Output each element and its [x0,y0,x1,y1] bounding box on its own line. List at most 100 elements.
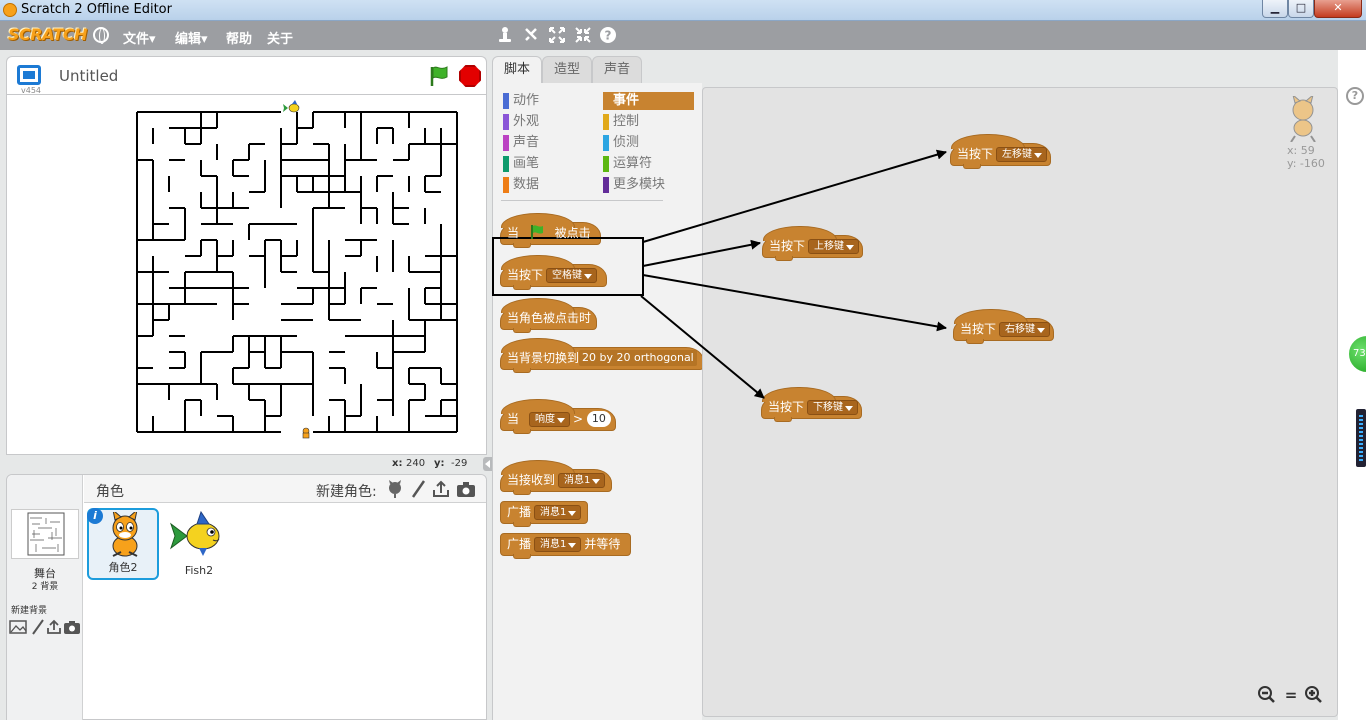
block-when-flag-clicked[interactable]: 当 被点击 [500,213,601,248]
backdrop-dropdown[interactable]: 20 by 20 orthogonal [579,350,697,366]
minimize-button[interactable]: ▁ [1262,0,1288,18]
category-more-blocks[interactable]: 更多模块 [603,176,665,194]
script-when-left-key[interactable]: 当按下 左移键 [950,134,1051,169]
menu-help[interactable]: 帮助 [226,28,252,47]
sprite-tile-cat[interactable]: i 角色2 [87,508,159,580]
stage-header: v454 Untitled [6,56,487,95]
key-dropdown[interactable]: 右移键 [999,322,1051,337]
current-sprite-cat-icon [1283,93,1323,143]
sprite-camera-icon[interactable] [456,480,475,498]
sensor-dropdown[interactable]: 响度 [529,412,571,427]
block-when-sprite-clicked[interactable]: 当角色被点击时 [500,298,597,333]
maximize-button[interactable]: □ [1288,0,1314,18]
key-dropdown[interactable]: 左移键 [996,147,1048,162]
sprite-header: 角色 新建角色: [84,475,486,503]
stage-backdrop-count: 2 背景 [31,582,59,592]
block-broadcast-and-wait[interactable]: 广播 消息1 并等待 [500,533,631,559]
block-when-key-pressed[interactable]: 当按下 空格键 [500,255,607,290]
collapse-stage-arrow-icon[interactable] [483,457,492,471]
zoom-reset-button[interactable]: = [1281,685,1301,705]
category-color-bar [603,135,609,151]
block-broadcast[interactable]: 广播 消息1 [500,501,588,527]
sprite-library-icon[interactable] [386,480,404,498]
backdrop-upload-icon[interactable] [45,619,63,635]
sprite-upload-icon[interactable] [432,480,450,498]
close-button[interactable]: ✕ [1314,0,1362,18]
grow-icon[interactable] [548,26,566,44]
key-dropdown[interactable]: 空格键 [546,268,598,283]
sprite-name: 角色2 [108,561,138,574]
key-dropdown[interactable]: 上移键 [808,239,860,254]
script-when-right-key[interactable]: 当按下 右移键 [953,309,1054,344]
block-text: 当角色被点击时 [507,311,592,325]
category-color-bar [603,156,609,172]
category-label: 外观 [513,114,540,129]
category-looks[interactable]: 外观 [503,113,539,131]
language-globe-icon[interactable] [93,27,109,44]
category-label: 声音 [513,135,540,150]
new-backdrop-label: 新建背景 [11,606,48,616]
key-dropdown[interactable]: 下移键 [807,400,859,415]
category-color-bar [603,93,609,109]
block-palette: 动作 外观 声音 画笔 数据 事件 控制 侦测 运算符 更多模块 当 被点击 当… [492,83,704,720]
block-text: 广播 [507,505,532,519]
category-motion[interactable]: 动作 [503,92,539,110]
message-dropdown[interactable]: 消息1 [534,537,582,552]
category-color-bar [603,177,609,193]
block-text: > [573,412,584,426]
message-dropdown[interactable]: 消息1 [558,473,606,488]
stage-canvas[interactable] [6,94,487,455]
sprites-title: 角色 [96,484,124,500]
project-title[interactable]: Untitled [59,67,118,85]
category-label: 运算符 [613,156,653,171]
help-icon[interactable]: ? [1346,87,1364,105]
sprite-paint-icon[interactable] [409,480,427,498]
script-area[interactable]: x: 59 y: -160 当按下 左移键 当按下 上移键 当按下 右移键 当按下 下移… [702,87,1338,717]
message-dropdown[interactable]: 消息1 [534,505,582,520]
menu-edit[interactable]: 编辑▾ [175,28,208,47]
stage-thumbnail[interactable] [11,509,79,559]
mouse-coords: x: 240 y: -29 [6,455,487,473]
category-pen[interactable]: 画笔 [503,155,539,173]
y-label: y: [1287,157,1297,170]
category-sound[interactable]: 声音 [503,134,539,152]
block-when-receive[interactable]: 当接收到 消息1 [500,460,612,495]
sprite-x-readout: x: 59 [1287,144,1315,157]
menu-about[interactable]: 关于 [267,28,293,47]
category-label: 事件 [613,93,640,108]
number-input[interactable]: 10 [586,411,611,427]
category-data[interactable]: 数据 [503,176,539,194]
block-text: 当 [507,412,520,426]
backdrop-library-icon[interactable] [9,619,27,635]
backdrop-camera-icon[interactable] [63,619,81,635]
script-when-up-key[interactable]: 当按下 上移键 [762,226,863,261]
block-when-sensor-greater[interactable]: 当响度 > 10 [500,399,616,434]
block-text: 当按下 [957,147,994,161]
script-when-down-key[interactable]: 当按下 下移键 [761,387,862,422]
category-label: 画笔 [513,156,540,171]
block-when-backdrop-switches[interactable]: 当背景切换到 20 by 20 orthogonal [500,338,704,373]
stop-icon[interactable] [459,65,481,87]
category-operators[interactable]: 运算符 [603,155,652,173]
scratch-logo[interactable]: SCRATCH [8,25,87,44]
block-help-icon[interactable]: ? [599,26,617,44]
category-control[interactable]: 控制 [603,113,639,131]
tab-costumes[interactable]: 造型 [542,56,592,83]
green-flag-icon[interactable] [427,64,451,88]
menu-file[interactable]: 文件▾ [123,28,156,47]
duplicate-icon[interactable] [496,26,514,44]
category-sensing[interactable]: 侦测 [603,134,639,152]
tab-scripts[interactable]: 脚本 [492,56,542,84]
block-text: 当 [507,226,520,240]
sprite-tile-fish[interactable]: Fish2 [163,508,235,580]
menu-bar: SCRATCH 文件▾ 编辑▾ 帮助 关于 ? [0,21,1366,50]
shrink-icon[interactable] [574,26,592,44]
tab-sounds[interactable]: 声音 [592,56,642,83]
fullscreen-icon[interactable] [17,65,41,85]
category-events[interactable]: 事件 [603,92,694,110]
block-text: 当接收到 [507,473,556,487]
zoom-in-button[interactable] [1304,685,1324,705]
sprite-name: Fish2 [184,564,214,577]
zoom-out-button[interactable] [1257,685,1277,705]
delete-icon[interactable] [522,26,540,44]
